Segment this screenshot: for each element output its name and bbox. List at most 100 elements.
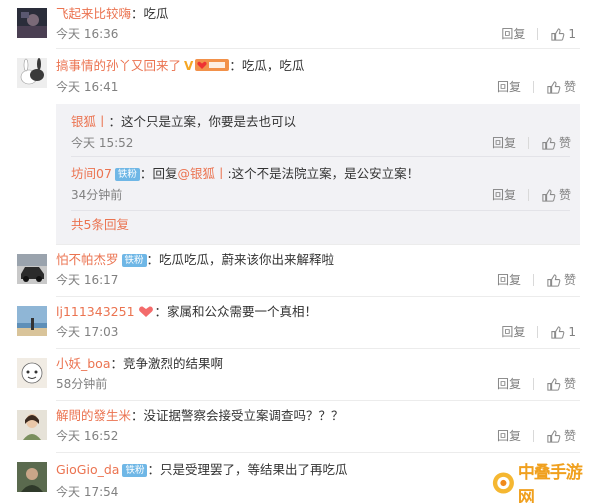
timestamp: 58分钟前 bbox=[56, 377, 108, 391]
comment-text: 家属和公众需要一个真相！ bbox=[167, 304, 318, 319]
username[interactable]: 银狐丨 bbox=[71, 114, 109, 129]
username[interactable]: 坊间07 bbox=[71, 166, 112, 181]
divider bbox=[56, 244, 580, 245]
separator: ： bbox=[131, 6, 144, 21]
timestamp: 今天 15:52 bbox=[71, 136, 134, 150]
reply-text: :这个不是法院立案，是公安立案！ bbox=[227, 166, 420, 181]
username[interactable]: 小妖_boa bbox=[56, 356, 111, 371]
divider bbox=[537, 326, 539, 338]
reply-button[interactable]: 回复 bbox=[501, 324, 525, 340]
verified-badge: V bbox=[184, 59, 194, 73]
reply-button[interactable]: 回复 bbox=[497, 428, 521, 444]
like-count: 1 bbox=[568, 27, 576, 41]
reply-button[interactable]: 回复 bbox=[501, 26, 525, 42]
thumbs-up-icon bbox=[551, 27, 565, 41]
divider bbox=[71, 210, 570, 211]
like-count: 赞 bbox=[563, 429, 576, 443]
timestamp: 34分钟前 bbox=[71, 188, 123, 202]
like-button[interactable]: 赞 bbox=[541, 135, 571, 151]
divider bbox=[56, 400, 580, 401]
heart-emoji-icon bbox=[137, 304, 155, 322]
like-count: 1 bbox=[568, 325, 576, 339]
separator: ： bbox=[147, 462, 160, 477]
fan-badge: 铁粉 bbox=[122, 464, 148, 477]
like-count: 赞 bbox=[558, 136, 571, 150]
divider bbox=[71, 156, 570, 157]
divider bbox=[532, 378, 534, 390]
divider bbox=[56, 348, 580, 349]
thumbs-up-icon bbox=[547, 273, 561, 287]
watermark-logo: 中叠手游网 bbox=[492, 463, 588, 503]
fan-badge: 铁粉 bbox=[114, 168, 140, 181]
like-button[interactable]: 赞 bbox=[546, 272, 576, 288]
divider bbox=[527, 189, 529, 201]
comment-text: 吃瓜吃瓜，蔚来该你出来解释啦 bbox=[159, 252, 335, 267]
like-button[interactable]: 赞 bbox=[541, 187, 571, 203]
site-logo-icon bbox=[492, 472, 514, 494]
avatar[interactable] bbox=[17, 306, 47, 336]
avatar[interactable] bbox=[17, 8, 47, 38]
timestamp: 今天 16:41 bbox=[56, 80, 119, 94]
thumbs-up-icon bbox=[547, 429, 561, 443]
reply-button[interactable]: 回复 bbox=[492, 135, 516, 151]
like-count: 赞 bbox=[563, 80, 576, 94]
like-button[interactable]: 1 bbox=[550, 26, 576, 42]
comment-text: 竞争激烈的结果啊 bbox=[123, 356, 224, 371]
comment-text: 吃瓜 bbox=[143, 6, 169, 21]
username[interactable]: 怕不帕杰罗 bbox=[56, 252, 119, 267]
separator: ： bbox=[154, 304, 168, 319]
timestamp: 今天 16:52 bbox=[56, 429, 119, 443]
divider bbox=[56, 48, 580, 49]
avatar[interactable] bbox=[17, 254, 47, 284]
comment-text: 没证据警察会接受立案调查吗？？？ bbox=[143, 408, 344, 423]
reply-button[interactable]: 回复 bbox=[492, 187, 516, 203]
divider bbox=[532, 81, 534, 93]
separator: ： bbox=[110, 356, 124, 371]
divider bbox=[532, 274, 534, 286]
divider bbox=[56, 452, 580, 453]
divider bbox=[527, 137, 529, 149]
username[interactable]: GioGio_da bbox=[56, 462, 119, 477]
thumbs-up-icon bbox=[547, 80, 561, 94]
reply-button[interactable]: 回复 bbox=[497, 79, 521, 95]
comment-text: 吃瓜，吃瓜 bbox=[241, 58, 305, 73]
reply-button[interactable]: 回复 bbox=[497, 272, 521, 288]
timestamp: 今天 16:17 bbox=[56, 273, 119, 287]
separator: ： bbox=[146, 252, 160, 267]
like-button[interactable]: 1 bbox=[550, 324, 576, 340]
divider bbox=[56, 296, 580, 297]
fan-badge-icon bbox=[195, 58, 230, 76]
thumbs-up-icon bbox=[542, 188, 556, 202]
avatar[interactable] bbox=[17, 358, 47, 388]
avatar[interactable] bbox=[17, 58, 47, 88]
thumbs-up-icon bbox=[542, 136, 556, 150]
separator: ： bbox=[229, 58, 242, 73]
comment-text: 只是受理罢了，等结果出了再吃瓜 bbox=[160, 462, 348, 477]
like-count: 赞 bbox=[563, 377, 576, 391]
divider bbox=[537, 28, 539, 40]
timestamp: 今天 17:03 bbox=[56, 325, 119, 339]
separator: ： bbox=[108, 114, 122, 129]
thumbs-up-icon bbox=[547, 377, 561, 391]
like-button[interactable]: 赞 bbox=[546, 79, 576, 95]
fan-badge: 铁粉 bbox=[121, 254, 147, 267]
username[interactable]: 搞事情的孙丫又回来了 bbox=[56, 58, 181, 73]
reply-prefix: 回复 bbox=[152, 166, 178, 181]
username[interactable]: lj111343251 bbox=[56, 304, 135, 319]
username[interactable]: 解問的發生米 bbox=[56, 408, 131, 423]
reply-thread: 银狐丨：这个只是立案，你要是去也可以 今天 15:52 回复 赞 坊间07 铁粉：… bbox=[56, 104, 580, 244]
mention-link[interactable]: @银狐丨 bbox=[177, 166, 227, 181]
reply-button[interactable]: 回复 bbox=[497, 376, 521, 392]
more-replies-link[interactable]: 共5条回复 bbox=[71, 217, 129, 233]
avatar[interactable] bbox=[17, 462, 47, 492]
avatar[interactable] bbox=[17, 410, 47, 440]
timestamp: 今天 17:54 bbox=[56, 485, 119, 499]
like-button[interactable]: 赞 bbox=[546, 376, 576, 392]
username[interactable]: 飞起来比较嗨 bbox=[56, 6, 131, 21]
like-button[interactable]: 赞 bbox=[546, 428, 576, 444]
reply-text: 这个只是立案，你要是去也可以 bbox=[121, 114, 297, 129]
separator: ： bbox=[131, 408, 144, 423]
watermark-text: 中叠手游网 bbox=[517, 463, 583, 503]
timestamp: 今天 16:36 bbox=[56, 27, 119, 41]
thumbs-up-icon bbox=[551, 325, 565, 339]
